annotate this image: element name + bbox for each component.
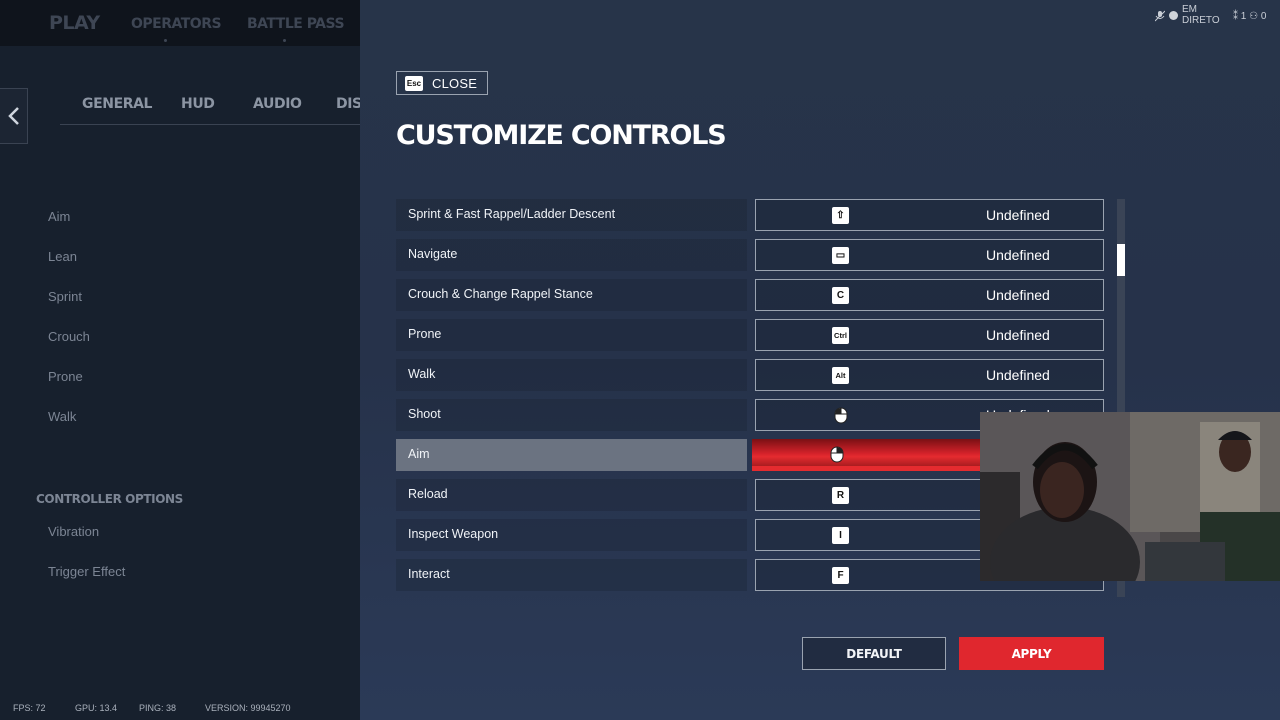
apply-button[interactable]: APPLY [959, 637, 1104, 670]
control-row-background [396, 399, 747, 431]
follower-count: 0 [1260, 11, 1267, 22]
c-key-icon: C [832, 287, 849, 304]
nav-operators[interactable]: OPERATORS [131, 16, 222, 32]
control-row-background [396, 319, 747, 351]
shift-key-icon: ⇧ [832, 207, 849, 224]
fps-counter: FPS: 72 [13, 703, 46, 713]
microphone-muted-icon [1155, 10, 1165, 22]
page-title: CUSTOMIZE CONTROLS [396, 120, 727, 151]
left-item-trigger-effect[interactable]: Trigger Effect [48, 564, 125, 579]
webcam-feed-image [980, 412, 1280, 581]
control-label: Sprint & Fast Rappel/Ladder Descent [408, 207, 616, 221]
control-label: Walk [408, 367, 436, 381]
nav-battle-pass[interactable]: BATTLE PASS [247, 16, 345, 32]
nav-indicator-dot [283, 39, 286, 42]
tab-general[interactable]: GENERAL [82, 96, 152, 112]
controller-options-heading: CONTROLLER OPTIONS [36, 492, 183, 506]
version-label: VERSION: 99945270 [205, 703, 291, 713]
tab-display[interactable]: DISPLAY [336, 96, 360, 112]
live-status-line2: DIRETO [1182, 15, 1220, 26]
gpu-stat: GPU: 13.4 [75, 703, 118, 713]
control-row-background [396, 479, 747, 511]
control-label: Prone [408, 327, 442, 341]
left-item-prone[interactable]: Prone [48, 369, 83, 384]
live-status-line1: EM [1182, 4, 1197, 15]
control-label: Inspect Weapon [408, 527, 499, 541]
close-button[interactable]: Esc CLOSE [396, 71, 488, 95]
viewer-count: 1 [1240, 11, 1247, 22]
live-indicator-icon [1169, 11, 1178, 20]
f-key-icon: F [832, 567, 849, 584]
viewers-icon: ⁑ [1233, 11, 1238, 22]
settings-tabs: GENERAL HUD AUDIO DISPLAY [60, 94, 360, 125]
chevron-left-icon [7, 107, 19, 125]
control-label: Shoot [408, 407, 441, 421]
scrollbar-thumb[interactable] [1117, 244, 1125, 276]
secondary-binding-value: Undefined [986, 367, 1050, 383]
webcam-overlay [980, 412, 1280, 581]
control-label: Reload [408, 487, 448, 501]
secondary-binding-value: Undefined [986, 327, 1050, 343]
default-button[interactable]: DEFAULT [802, 637, 946, 670]
control-label: Aim [408, 447, 430, 461]
left-item-walk[interactable]: Walk [48, 409, 76, 424]
left-item-sprint[interactable]: Sprint [48, 289, 82, 304]
control-label: Navigate [408, 247, 458, 261]
keybind-slot[interactable]: Alt Undefined [755, 359, 1104, 391]
mouse-left-click-icon [832, 407, 849, 424]
esc-key-icon: Esc [405, 75, 423, 91]
nav-indicator-dot [164, 39, 167, 42]
alt-key-icon: Alt [832, 367, 849, 384]
followers-icon: ⚇ [1249, 11, 1259, 22]
ping-stat: PING: 38 [139, 703, 177, 713]
viewer-counts: ⁑ 1 ⚇ 0 [1233, 11, 1266, 22]
tab-hud[interactable]: HUD [181, 96, 215, 112]
spacebar-key-icon: ▭ [832, 247, 849, 264]
left-item-vibration[interactable]: Vibration [48, 524, 99, 539]
secondary-binding-value: Undefined [986, 287, 1050, 303]
control-row[interactable]: Prone Ctrl Undefined [396, 319, 1104, 351]
secondary-binding-value: Undefined [986, 247, 1050, 263]
live-status: EM DIRETO [1155, 4, 1220, 26]
control-row-background [396, 359, 747, 391]
keybind-slot[interactable]: Ctrl Undefined [755, 319, 1104, 351]
left-item-crouch[interactable]: Crouch [48, 329, 90, 344]
left-item-lean[interactable]: Lean [48, 249, 77, 264]
control-row[interactable]: Navigate ▭ Undefined [396, 239, 1104, 271]
i-key-icon: I [832, 527, 849, 544]
keybind-slot[interactable]: ▭ Undefined [755, 239, 1104, 271]
control-row-background [396, 439, 747, 471]
nav-play[interactable]: PLAY [49, 12, 100, 34]
ctrl-key-icon: Ctrl [832, 327, 849, 344]
control-row[interactable]: Walk Alt Undefined [396, 359, 1104, 391]
back-button[interactable] [0, 88, 28, 144]
keybind-slot[interactable]: C Undefined [755, 279, 1104, 311]
control-row[interactable]: Sprint & Fast Rappel/Ladder Descent ⇧ Unde… [396, 199, 1104, 231]
secondary-binding-value: Undefined [986, 207, 1050, 223]
mouse-right-click-icon [828, 446, 845, 463]
control-label: Interact [408, 567, 450, 581]
control-label: Crouch & Change Rappel Stance [408, 287, 593, 301]
r-key-icon: R [832, 487, 849, 504]
keybind-slot[interactable]: ⇧ Undefined [755, 199, 1104, 231]
tab-audio[interactable]: AUDIO [253, 96, 302, 112]
top-navigation: PLAY OPERATORS BATTLE PASS [0, 0, 360, 46]
left-item-aim[interactable]: Aim [48, 209, 70, 224]
control-row[interactable]: Crouch & Change Rappel Stance C Undefined [396, 279, 1104, 311]
close-label: CLOSE [432, 75, 478, 91]
